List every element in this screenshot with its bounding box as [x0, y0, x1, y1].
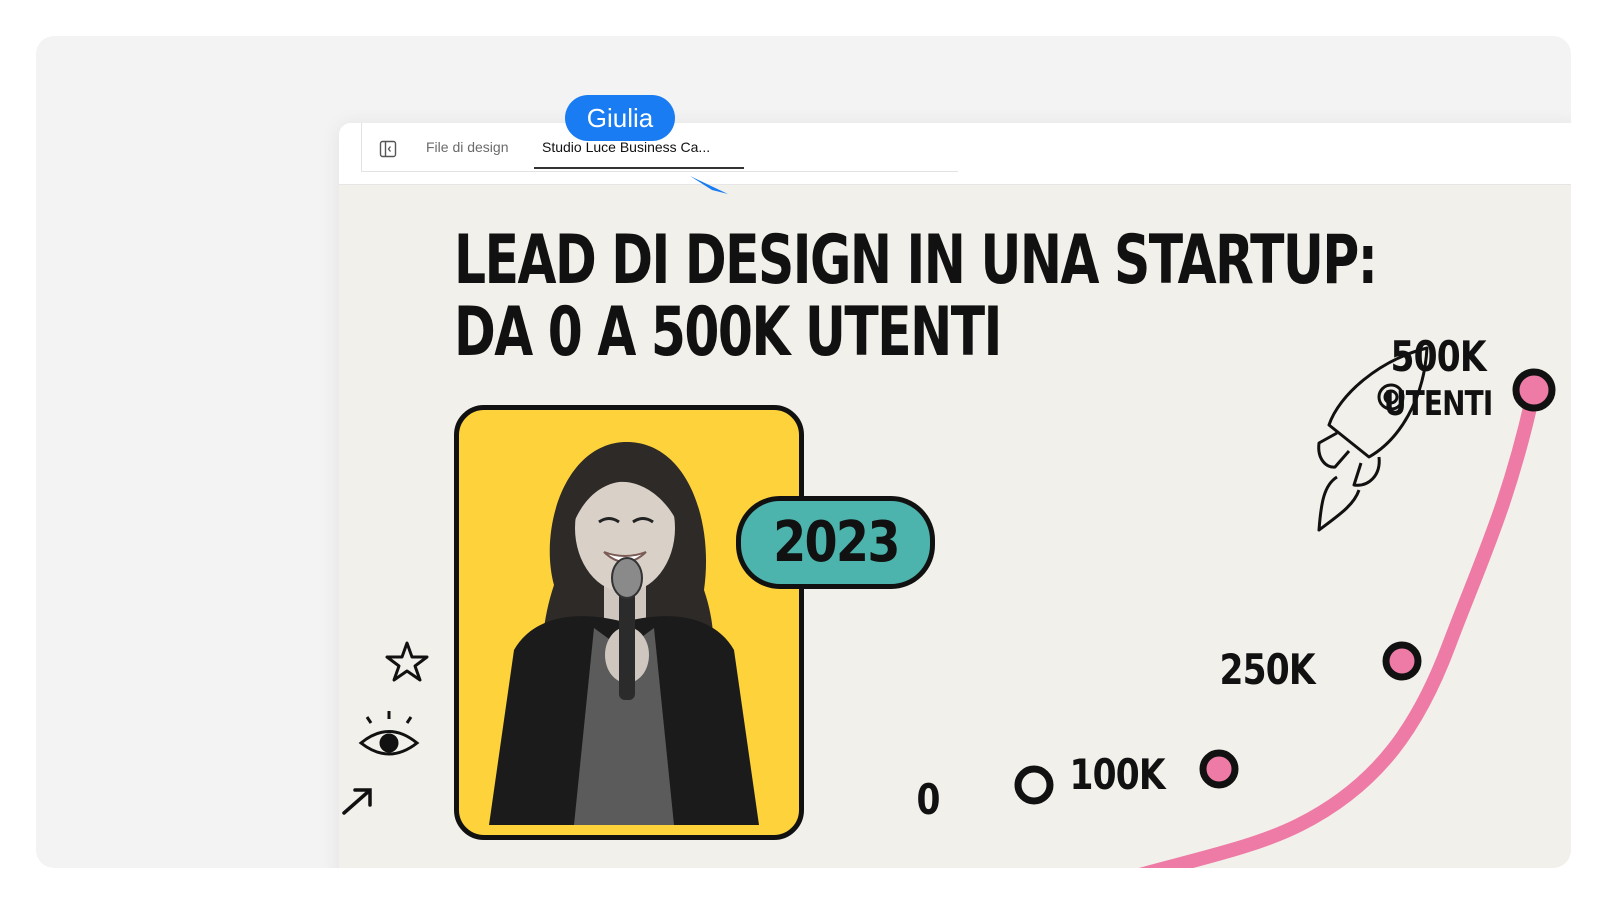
- collaborator-name-tag: Giulia: [565, 95, 675, 141]
- milestone-dot-100k: [1199, 749, 1239, 789]
- milestone-dot-250k: [1382, 641, 1422, 681]
- growth-chart: [342, 346, 1556, 868]
- slide-canvas[interactable]: LEAD DI DESIGN IN UNA STARTUP: DA 0 A 50…: [339, 185, 1571, 868]
- star-icon: [385, 641, 429, 682]
- tab-design-files[interactable]: File di design: [426, 139, 509, 155]
- window-frame: File di design Studio Luce Business Ca..…: [36, 36, 1571, 868]
- arrow-icon: [342, 788, 372, 815]
- milestone-dot-500k: [1512, 368, 1556, 412]
- eye-icon: [358, 711, 420, 756]
- design-app: File di design Studio Luce Business Ca..…: [339, 123, 1571, 868]
- panel-toggle-button[interactable]: [377, 138, 399, 160]
- milestone-label-100k: 100K: [1069, 750, 1165, 799]
- panel-toggle-icon: [379, 140, 397, 158]
- collaborator-cursor-icon: [690, 176, 728, 194]
- tab-bar: File di design Studio Luce Business Ca..…: [339, 123, 1571, 185]
- milestone-label-500k: 500K UTENTI: [1383, 332, 1493, 425]
- milestone-label-250k: 250K: [1219, 645, 1315, 694]
- active-tab-indicator: [534, 167, 744, 169]
- tab-active-file[interactable]: Studio Luce Business Ca...: [542, 139, 726, 155]
- milestone-label-0: 0: [916, 775, 941, 824]
- milestone-dot-0: [1014, 765, 1054, 805]
